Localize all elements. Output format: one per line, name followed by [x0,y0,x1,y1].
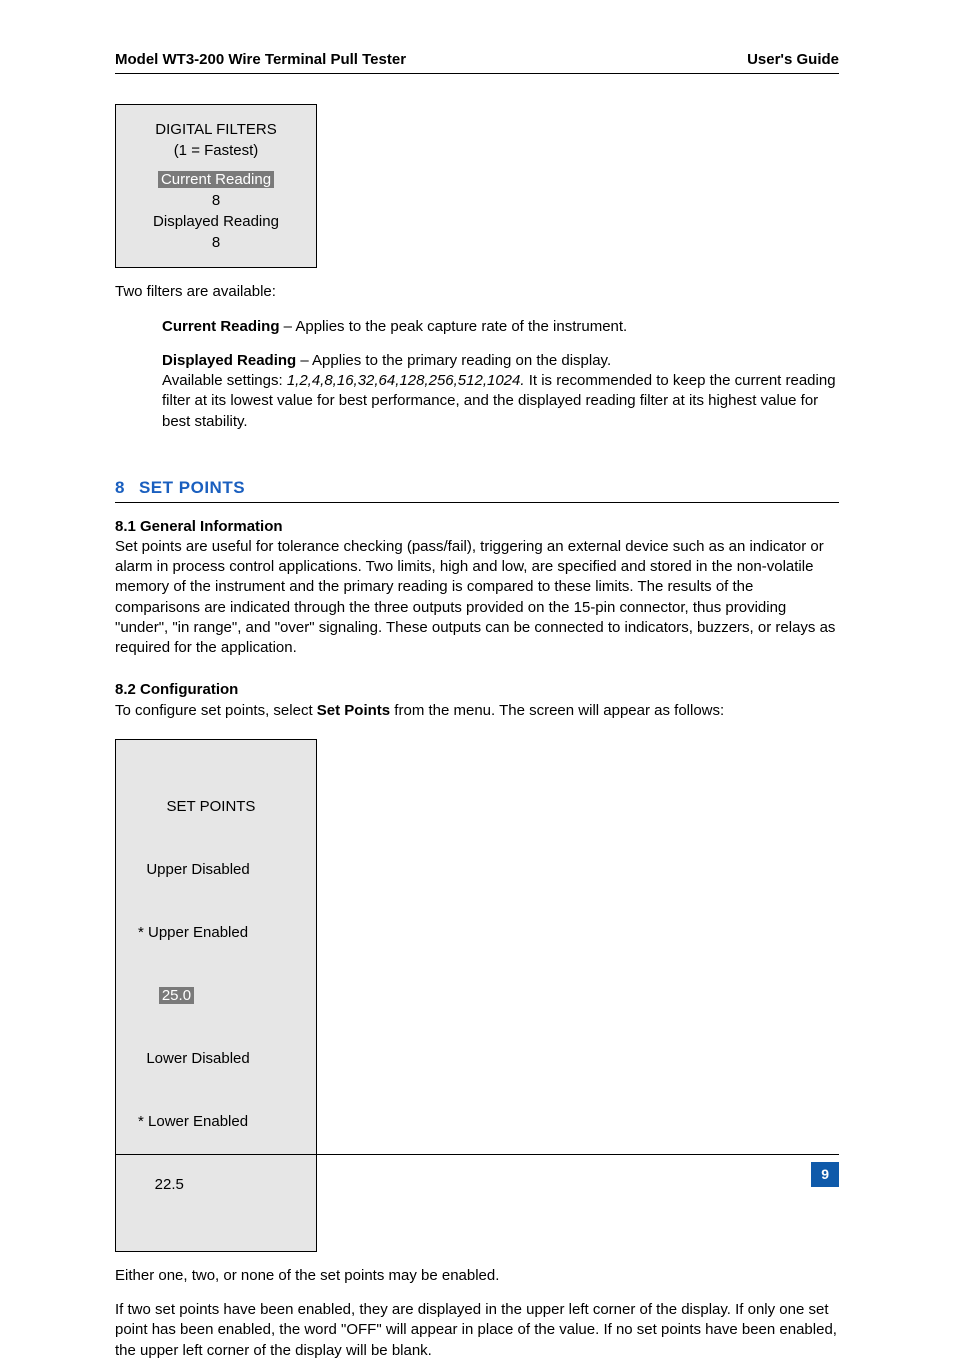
header-title-left: Model WT3-200 Wire Terminal Pull Tester [115,50,406,70]
lcd2-row6: 22.5 [138,1174,306,1195]
sub-8-2-heading: 8.2 Configuration [115,680,839,700]
lcd1-displayed-reading-value: 8 [126,232,306,253]
after-lcd2-p1: Either one, two, or none of the set poin… [115,1266,839,1286]
section-8-heading: 8 SET POINTS [115,477,839,503]
lcd1-title: DIGITAL FILTERS [126,119,306,140]
displayed-reading-paragraph: Displayed Reading – Applies to the prima… [162,351,839,432]
sub82-bold: Set Points [317,702,390,719]
lcd1-current-reading-value: 8 [126,190,306,211]
current-reading-desc: – Applies to the peak capture rate of th… [280,318,628,335]
sub82-post: from the menu. The screen will appear as… [390,702,724,719]
sub-8-1-heading: 8.1 General Information [115,517,839,537]
section-title: SET POINTS [139,478,245,497]
section-number: 8 [115,478,125,497]
lcd2-row4: Lower Disabled [138,1048,306,1069]
lcd1-current-reading-label: Current Reading [158,171,274,188]
after-lcd2-p2: If two set points have been enabled, the… [115,1300,839,1361]
current-reading-label: Current Reading [162,318,280,335]
sub82-pre: To configure set points, select [115,702,317,719]
lcd1-displayed-reading-label: Displayed Reading [126,211,306,232]
lcd2-title: SET POINTS [116,796,306,817]
sub-8-1-body: Set points are useful for tolerance chec… [115,537,839,659]
page-number: 9 [811,1162,839,1187]
current-reading-paragraph: Current Reading – Applies to the peak ca… [162,317,839,337]
sub-8-2-body: To configure set points, select Set Poin… [115,701,839,721]
displayed-reading-label: Displayed Reading [162,352,296,369]
lcd1-subtitle: (1 = Fastest) [126,140,306,161]
settings-pre: Available settings: [162,372,287,389]
settings-list: 1,2,4,8,16,32,64,128,256,512,1024. [287,372,525,389]
lcd2-row1: Upper Disabled [138,859,306,880]
header-title-right: User's Guide [747,50,839,70]
lcd2-row5: * Lower Enabled [138,1111,306,1132]
footer-rule [115,1154,839,1155]
page-header: Model WT3-200 Wire Terminal Pull Tester … [115,50,839,74]
lcd2-upper-value: 25.0 [159,987,194,1004]
lcd-set-points: SET POINTS Upper Disabled * Upper Enable… [115,739,317,1252]
lcd2-row2: * Upper Enabled [138,922,306,943]
displayed-reading-desc: – Applies to the primary reading on the … [296,352,611,369]
lcd-digital-filters: DIGITAL FILTERS (1 = Fastest) Current Re… [115,104,317,268]
filters-intro: Two filters are available: [115,282,839,302]
